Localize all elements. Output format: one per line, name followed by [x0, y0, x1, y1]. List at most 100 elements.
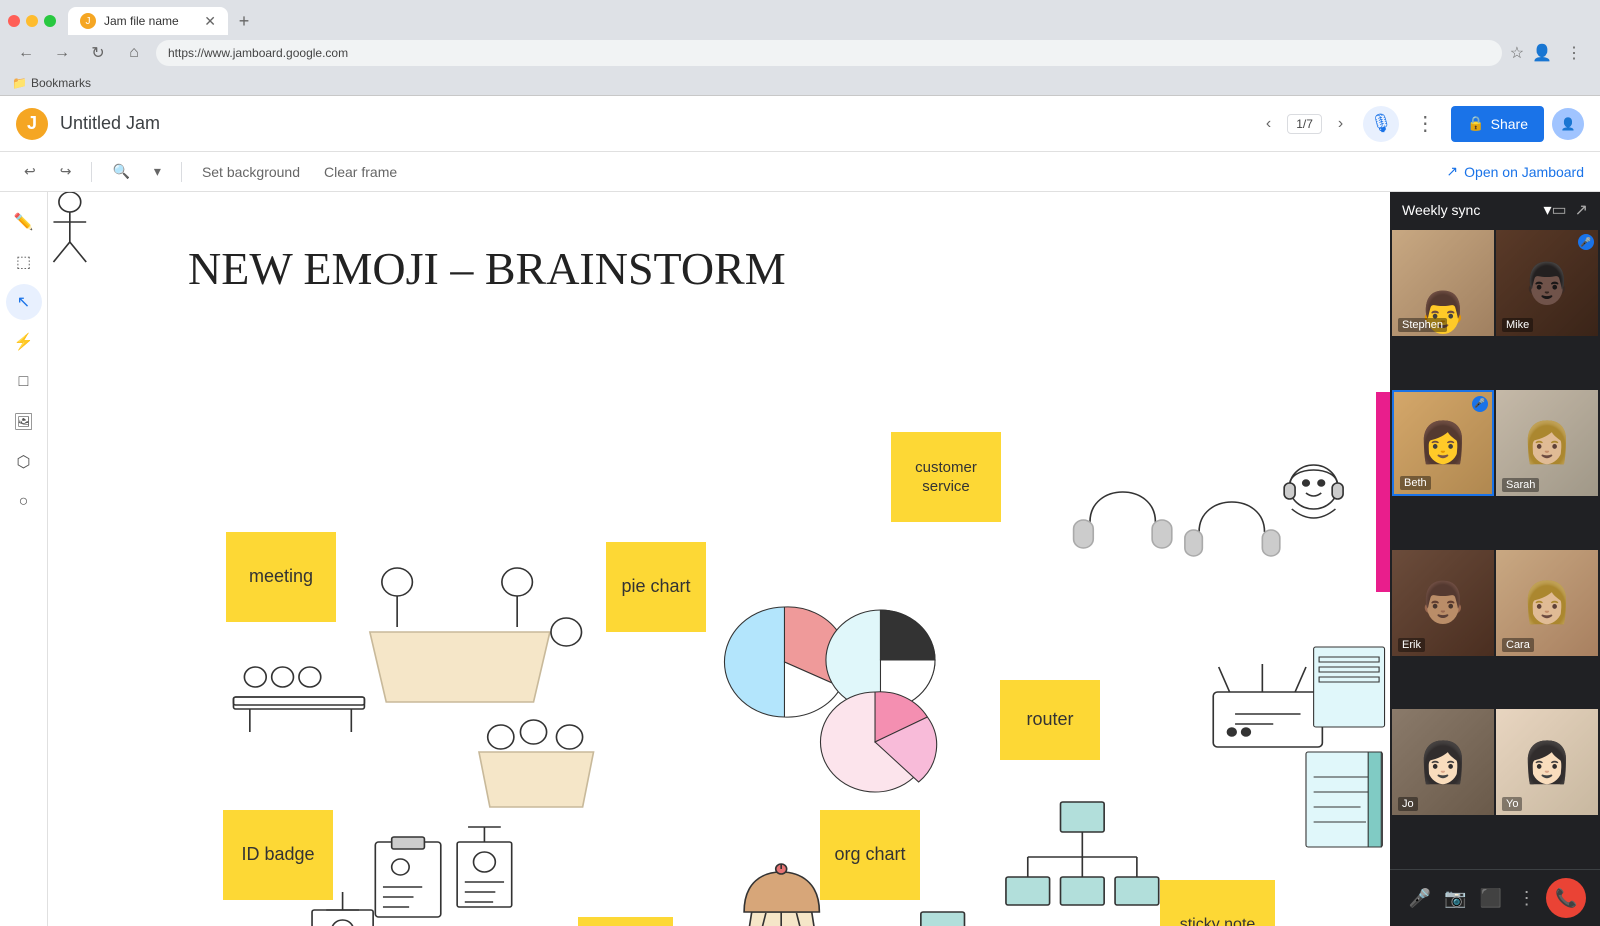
profile-button[interactable]: 👤 — [1532, 43, 1552, 63]
participant-name-sarah: Sarah — [1502, 478, 1539, 492]
pink-strip — [1376, 392, 1390, 592]
extensions-button[interactable]: ⋮ — [1560, 39, 1588, 67]
new-tab-button[interactable]: + — [232, 9, 256, 33]
share-label: Share — [1491, 116, 1528, 132]
video-control-button[interactable]: 📷 — [1439, 882, 1471, 914]
video-tile-stephen: 👨 Stephen — [1392, 230, 1494, 336]
sticky-note-customer-service[interactable]: customer service — [891, 432, 1001, 522]
participant-name-beth: Beth — [1400, 476, 1431, 490]
forward-button[interactable]: → — [48, 39, 76, 67]
meeting-title: Weekly sync — [1402, 202, 1543, 218]
sticky-note-org-chart[interactable]: org chart — [820, 810, 920, 900]
participant-name-mike: Mike — [1502, 318, 1533, 332]
right-sidebar: Weekly sync ▾ ▭ ↗ 👨 Stephen 👨🏿 🎤 Mike 👩 — [1390, 192, 1600, 926]
participant-name-yo: Yo — [1502, 797, 1522, 811]
app-logo: J — [16, 108, 48, 140]
undo-button[interactable]: ↩ — [16, 159, 44, 184]
sticky-note-meeting[interactable]: meeting — [226, 532, 336, 622]
chat-layout-button[interactable]: ▭ — [1551, 200, 1566, 220]
video-tile-sarah: 👩🏼 Sarah — [1496, 390, 1598, 496]
back-button[interactable]: ← — [12, 39, 40, 67]
select-tool-button[interactable]: ↖ — [6, 284, 42, 320]
clear-frame-button[interactable]: Clear frame — [316, 160, 405, 184]
browser-chrome: J Jam file name ✕ + ← → ↻ ⌂ ☆ 👤 ⋮ 📁 Book… — [0, 0, 1600, 96]
eraser-tool-button[interactable]: ⬚ — [6, 244, 42, 280]
present-control-button[interactable]: ⬛ — [1475, 882, 1507, 914]
redo-button[interactable]: ↪ — [52, 159, 80, 184]
header-actions: 🎙 ⋮ 🔒 Share 👤 — [1363, 106, 1584, 142]
image-tool-button[interactable]: 🖼 — [6, 404, 42, 440]
home-button[interactable]: ⌂ — [120, 39, 148, 67]
more-options-button[interactable]: ⋮ — [1407, 106, 1443, 142]
sticky-note-pie-chart[interactable]: pie chart — [606, 542, 706, 632]
meeting-dropdown-button[interactable]: ▾ — [1543, 200, 1551, 220]
sidebar-icons: ▭ ↗ — [1551, 200, 1588, 220]
speaking-indicator-beth: 🎤 — [1472, 396, 1488, 412]
set-background-button[interactable]: Set background — [194, 160, 308, 184]
tab-favicon: J — [80, 13, 96, 29]
tab-title: Jam file name — [104, 14, 179, 28]
zoom-button[interactable]: 🔍 — [104, 159, 137, 184]
video-tile-mike: 👨🏿 🎤 Mike — [1496, 230, 1598, 336]
toolbar-separator-2 — [181, 162, 182, 182]
minimize-button[interactable] — [26, 15, 38, 27]
popout-button[interactable]: ↗ — [1575, 200, 1588, 220]
participant-name-erik: Erik — [1398, 638, 1425, 652]
video-tile-cara: 👩🏼 Cara — [1496, 550, 1598, 656]
meeting-controls: 🎤 📷 ⬛ ⋮ 📞 — [1390, 869, 1600, 926]
canvas-content: NEW EMOJI – BRAINSTORM meeting pie chart… — [48, 192, 1390, 926]
left-toolbar: ✏️ ⬚ ↖ ⚡ □ 🖼 ⬡ ○ — [0, 192, 48, 926]
sidebar-header: Weekly sync ▾ ▭ ↗ — [1390, 192, 1600, 228]
sticky-note-sticky-note[interactable]: sticky note — [1160, 880, 1275, 926]
sticky-note-id-badge[interactable]: ID badge — [223, 810, 333, 900]
mic-control-button[interactable]: 🎤 — [1404, 882, 1436, 914]
circle-tool-button[interactable]: ○ — [6, 484, 42, 520]
open-jamboard-label: Open on Jamboard — [1464, 164, 1584, 180]
whiteboard-title: NEW EMOJI – BRAINSTORM — [188, 242, 786, 295]
video-tile-yo: 👩🏻 Yo — [1496, 709, 1598, 815]
canvas-area[interactable]: NEW EMOJI – BRAINSTORM meeting pie chart… — [48, 192, 1390, 926]
next-frame-button[interactable]: › — [1330, 111, 1351, 137]
sticky-note-router[interactable]: router — [1000, 680, 1100, 760]
bookmark-folder-icon: 📁 — [12, 76, 27, 90]
external-link-icon: ↗ — [1446, 163, 1458, 180]
main-layout: ✏️ ⬚ ↖ ⚡ □ 🖼 ⬡ ○ NEW EMOJI – BRAINSTORM … — [0, 192, 1600, 926]
bookmark-star-button[interactable]: ☆ — [1510, 43, 1524, 63]
pen-tool-button[interactable]: ✏️ — [6, 204, 42, 240]
prev-frame-button[interactable]: ‹ — [1258, 111, 1279, 137]
video-tile-erik: 👨🏽 Erik — [1392, 550, 1494, 656]
sticky-note-muffin[interactable]: muffin — [578, 917, 673, 926]
window-controls — [8, 15, 56, 27]
more-control-button[interactable]: ⋮ — [1511, 882, 1543, 914]
share-button[interactable]: 🔒 Share — [1451, 106, 1544, 142]
speaking-indicator-mike: 🎤 — [1578, 234, 1594, 250]
app-header: J Untitled Jam ‹ 1/7 › 🎙 ⋮ 🔒 Share 👤 — [0, 96, 1600, 152]
end-call-button[interactable]: 📞 — [1546, 878, 1586, 918]
browser-tab[interactable]: J Jam file name ✕ — [68, 7, 228, 35]
tab-close-button[interactable]: ✕ — [204, 13, 216, 30]
close-button[interactable] — [8, 15, 20, 27]
frame-indicator: 1/7 — [1287, 114, 1322, 134]
bookmarks-label[interactable]: Bookmarks — [31, 76, 91, 90]
toolbar-separator-1 — [91, 162, 92, 182]
bookmarks-bar: 📁 Bookmarks — [0, 70, 1600, 96]
participant-name-jo: Jo — [1398, 797, 1418, 811]
address-bar[interactable] — [156, 40, 1502, 66]
participant-name-cara: Cara — [1502, 638, 1534, 652]
mic-button[interactable]: 🎙 — [1363, 106, 1399, 142]
shapes-tool-button[interactable]: ⬡ — [6, 444, 42, 480]
user-avatar[interactable]: 👤 — [1552, 108, 1584, 140]
laser-tool-button[interactable]: ⚡ — [6, 324, 42, 360]
lock-icon: 🔒 — [1467, 115, 1484, 132]
zoom-dropdown-button[interactable]: ▾ — [146, 159, 169, 184]
open-jamboard-button[interactable]: ↗ Open on Jamboard — [1446, 163, 1584, 180]
refresh-button[interactable]: ↻ — [84, 39, 112, 67]
maximize-button[interactable] — [44, 15, 56, 27]
video-grid: 👨 Stephen 👨🏿 🎤 Mike 👩 🎤 Beth 👩🏼 Sarah — [1390, 228, 1600, 869]
sticky-note-tool-button[interactable]: □ — [6, 364, 42, 400]
video-tile-jo: 👩🏻 Jo — [1392, 709, 1494, 815]
video-tile-beth: 👩 🎤 Beth — [1392, 390, 1494, 496]
toolbar-row: ↩ ↪ 🔍 ▾ Set background Clear frame ↗ Ope… — [0, 152, 1600, 192]
participant-name-stephen: Stephen — [1398, 318, 1447, 332]
app-title: Untitled Jam — [60, 113, 1246, 134]
